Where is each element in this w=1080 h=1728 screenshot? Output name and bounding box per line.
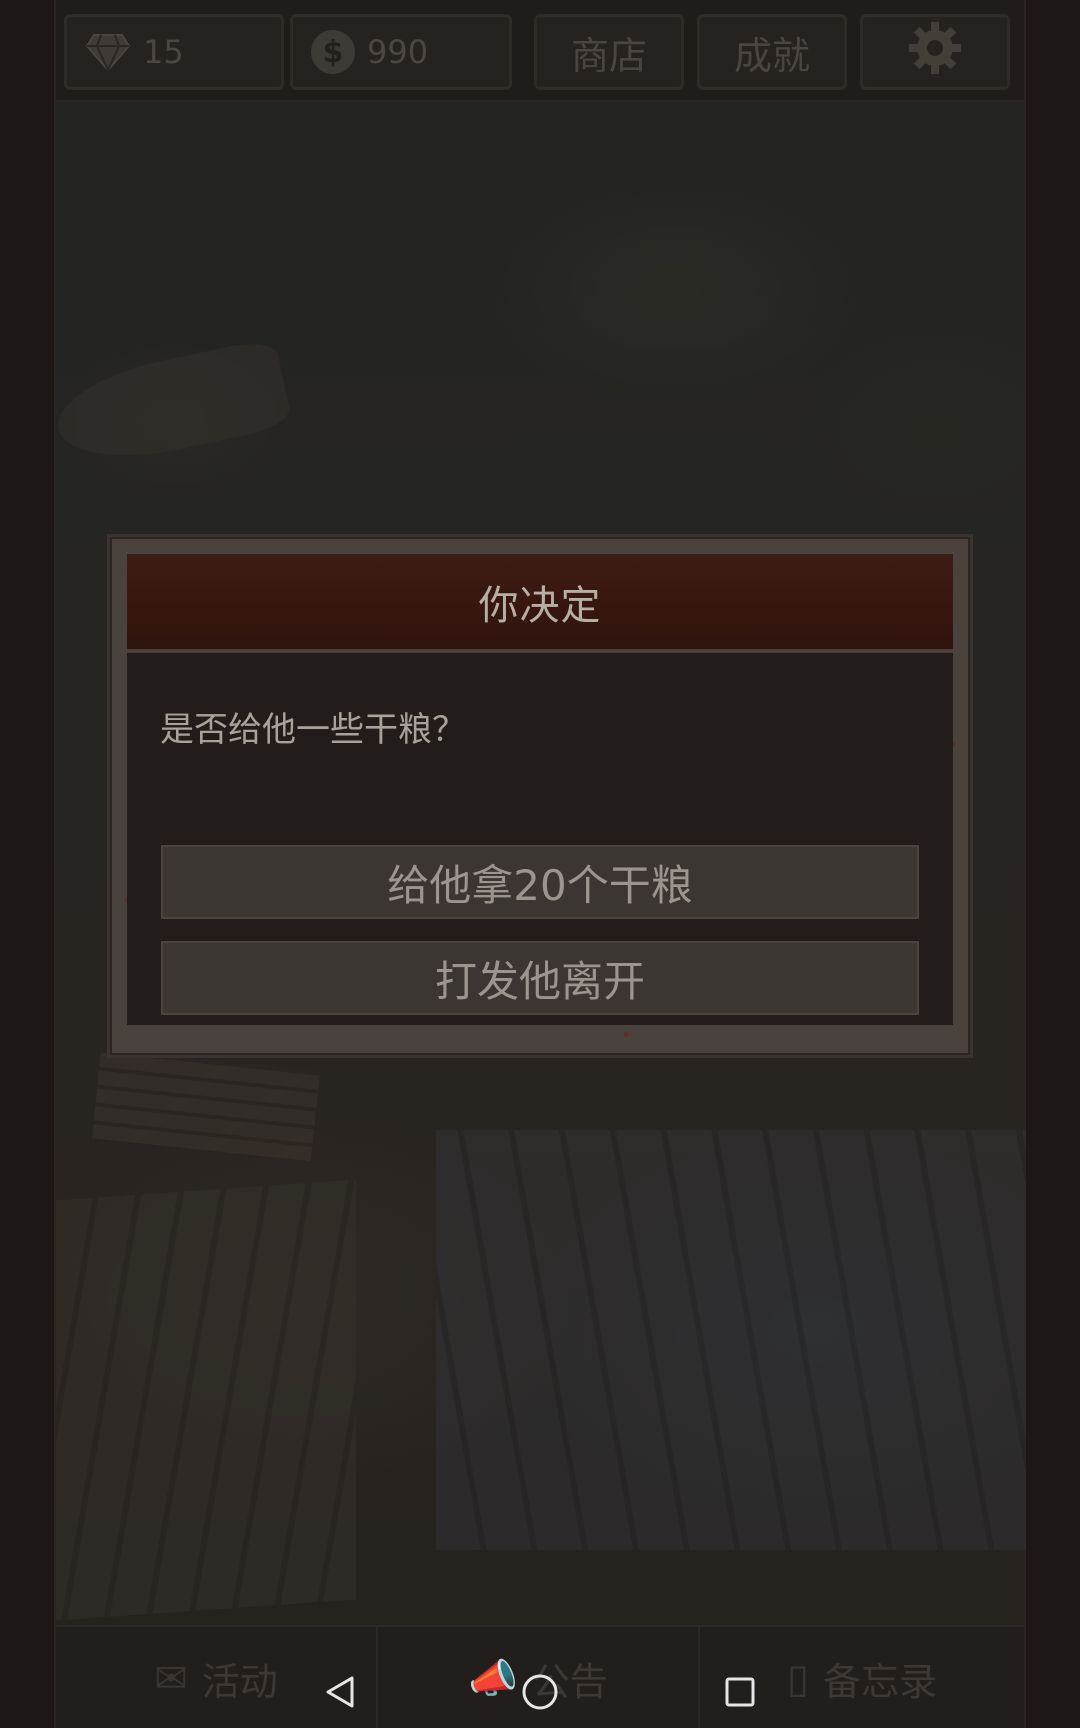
- gems-value: 15: [143, 33, 184, 71]
- scene-planks: [56, 1179, 356, 1621]
- nav-back-button[interactable]: [310, 1662, 370, 1722]
- shop-button[interactable]: 商店: [534, 14, 684, 90]
- game-screen: 15 $ 990 商店 成就 你决定 是否给他一些干粮？ 给他拿20个干粮 打发…: [0, 0, 1080, 1728]
- settings-button[interactable]: [860, 14, 1010, 90]
- diamond-icon: [85, 29, 131, 75]
- dollar-coin-icon: $: [311, 30, 355, 74]
- coins-value: 990: [367, 33, 429, 71]
- scene-shack: [91, 1048, 321, 1162]
- coins-counter: $ 990: [290, 14, 512, 90]
- achievements-button[interactable]: 成就: [697, 14, 847, 90]
- nav-recents-button[interactable]: [710, 1662, 770, 1722]
- dialog-header: 你决定: [127, 554, 953, 653]
- scene-boat: [49, 337, 293, 473]
- scene-ruins: [436, 1130, 1026, 1550]
- send-away-button[interactable]: 打发他离开: [161, 941, 919, 1015]
- top-hud: 15 $ 990 商店 成就: [56, 0, 1024, 102]
- left-letterbox: [0, 0, 56, 1728]
- home-circle-icon: [522, 1674, 558, 1710]
- back-triangle-icon: [326, 1676, 354, 1708]
- give-rations-button[interactable]: 给他拿20个干粮: [161, 845, 919, 919]
- nav-home-button[interactable]: [510, 1662, 570, 1722]
- system-nav-bar: [0, 1656, 1080, 1728]
- gear-icon: [905, 18, 965, 87]
- dialog-title: 你决定: [478, 582, 602, 629]
- recents-square-icon: [725, 1677, 755, 1707]
- gems-counter: 15: [64, 14, 284, 90]
- right-letterbox: [1024, 0, 1080, 1728]
- dialog-question: 是否给他一些干粮？: [160, 710, 466, 750]
